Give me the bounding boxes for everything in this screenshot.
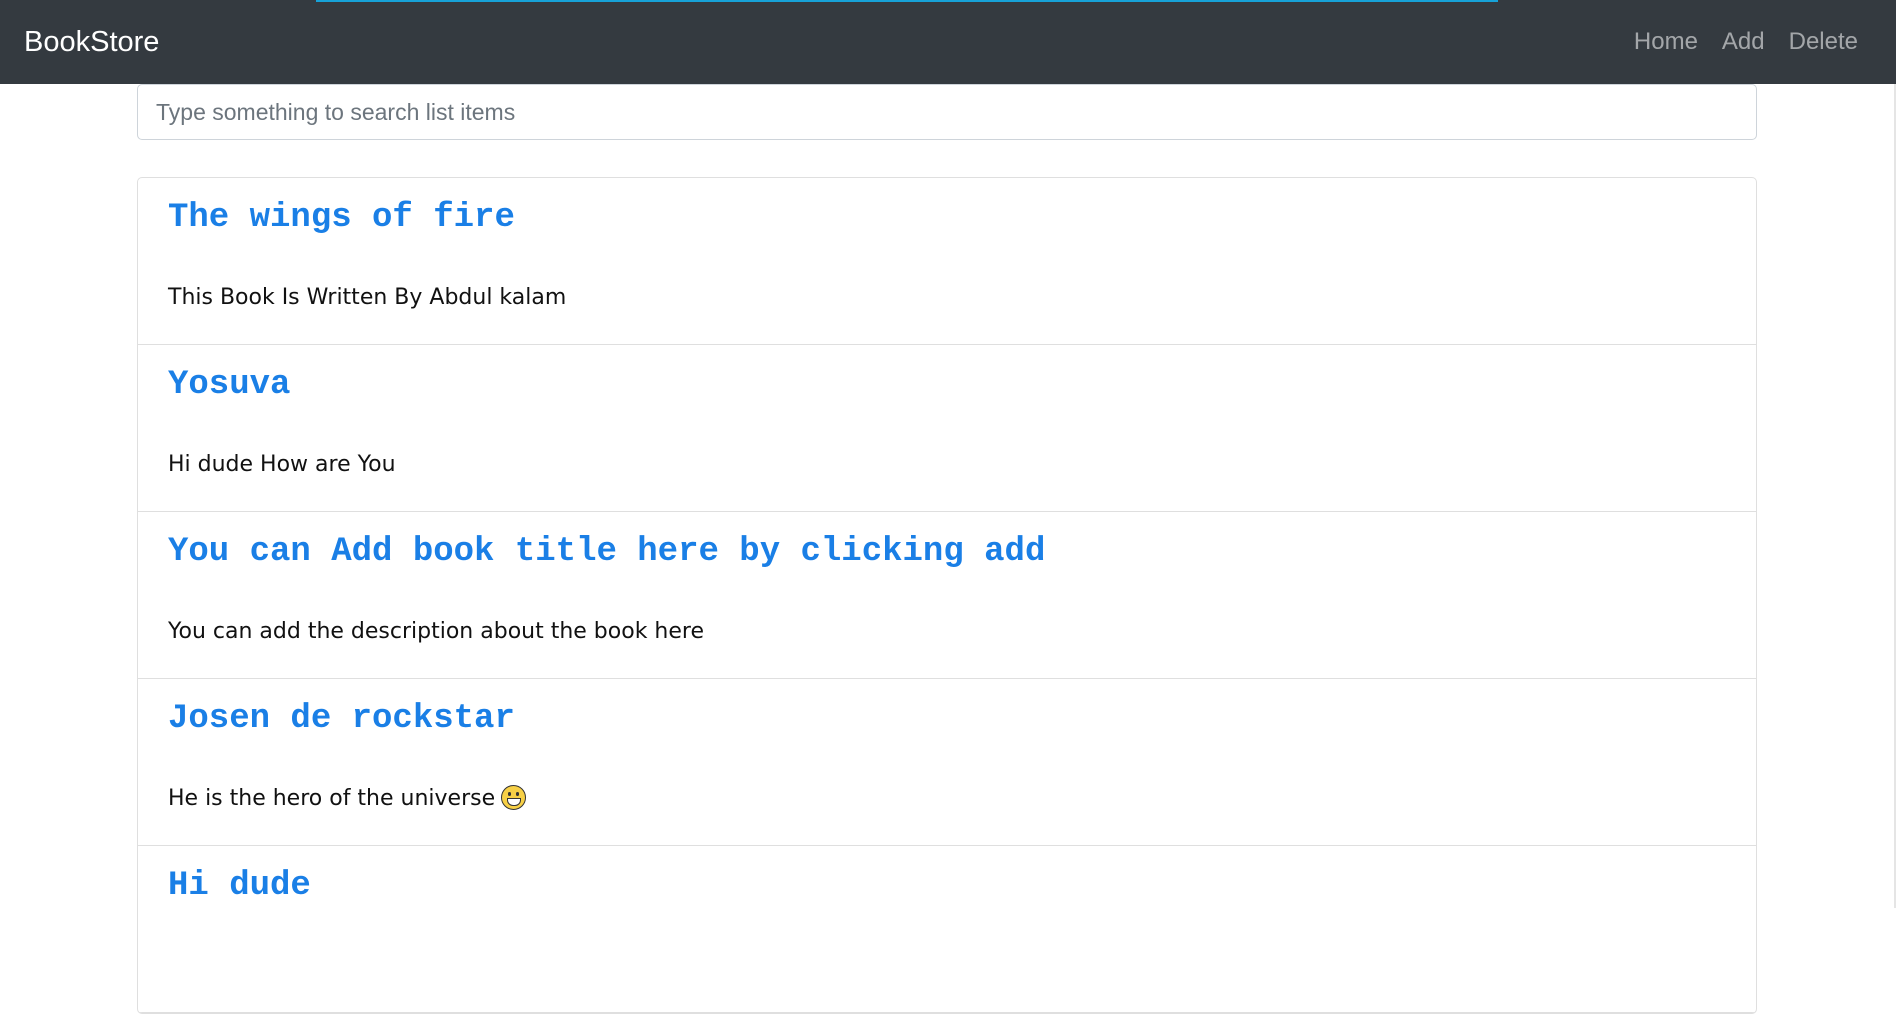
book-description: You can add the description about the bo… [168,619,705,644]
book-list: The wings of fire This Book Is Written B… [137,177,1757,1014]
nav-links: Home Add Delete [1610,22,1858,62]
nav-link-home[interactable]: Home [1634,22,1698,62]
search-box [137,84,1757,140]
book-title-link[interactable]: You can Add book title here by clicking … [168,529,1726,575]
search-input[interactable] [138,85,1756,139]
book-title-link[interactable]: Josen de rockstar [168,696,1726,742]
list-item: Yosuva Hi dude How are You [138,345,1756,512]
brand-logo[interactable]: BookStore [24,22,159,62]
book-description: Hi dude How are You [168,452,396,477]
top-accent-bar [316,0,1498,2]
book-description: He is the hero of the universe [168,786,496,811]
book-title-link[interactable]: The wings of fire [168,195,1726,241]
grinning-face-icon [501,785,527,810]
navbar: BookStore Home Add Delete [0,0,1896,84]
book-title-link[interactable]: Hi dude [168,863,1726,909]
book-description: This Book Is Written By Abdul kalam [168,285,567,310]
list-item: Josen de rockstar He is the hero of the … [138,679,1756,846]
nav-link-add[interactable]: Add [1722,22,1765,62]
book-title-link[interactable]: Yosuva [168,362,1726,408]
list-item: Hi dude [138,846,1756,1013]
list-item: You can Add book title here by clicking … [138,512,1756,679]
list-item: The wings of fire This Book Is Written B… [138,178,1756,345]
nav-link-delete[interactable]: Delete [1789,22,1858,62]
book-description-row: He is the hero of the universe [168,784,527,814]
